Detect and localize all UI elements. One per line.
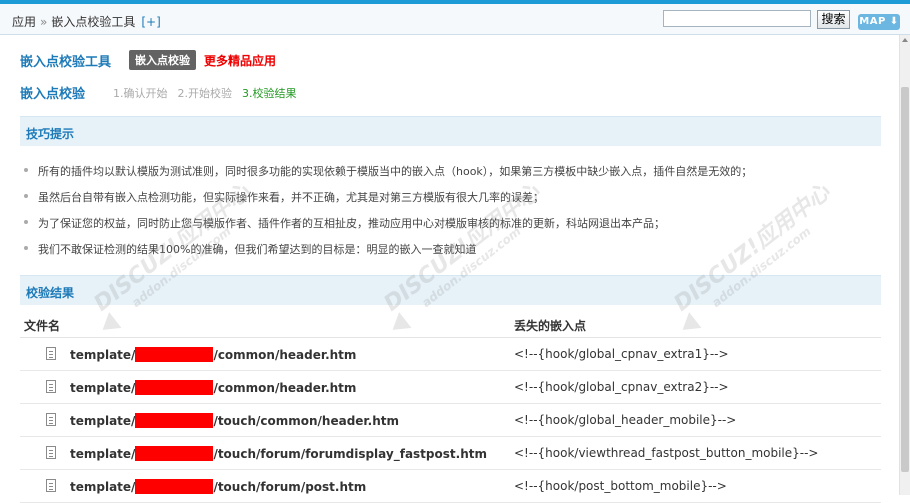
tips-heading: 技巧提示 bbox=[26, 127, 75, 141]
search-button[interactable]: 搜索 bbox=[817, 10, 850, 29]
file-path: template//common/header.htm bbox=[70, 380, 357, 395]
file-icon bbox=[46, 479, 56, 492]
step-indicator: 嵌入点校验 1.确认开始 2.开始校验 3.校验结果 bbox=[20, 83, 297, 103]
missing-hook: <!--{hook/global_cpnav_extra1}--> bbox=[514, 347, 729, 361]
step-result: 3.校验结果 bbox=[242, 86, 297, 100]
table-row: template//touch/forum/forumdisplay_fastp… bbox=[20, 437, 881, 470]
search-input[interactable] bbox=[663, 10, 811, 27]
file-path: template//touch/common/header.htm bbox=[70, 413, 399, 428]
plugin-title: 嵌入点校验工具 bbox=[20, 54, 112, 70]
file-path: template//touch/forum/forumdisplay_fastp… bbox=[70, 446, 487, 461]
tab-hook-check[interactable]: 嵌入点校验 bbox=[129, 50, 197, 70]
step-section-title: 嵌入点校验 bbox=[20, 87, 86, 102]
arrow-down-icon: ⬇ bbox=[885, 16, 899, 27]
missing-hook: <!--{hook/global_cpnav_extra2}--> bbox=[514, 380, 729, 394]
redaction-box bbox=[135, 446, 214, 461]
more-apps-link[interactable]: 更多精品应用 bbox=[204, 52, 276, 69]
map-label: MAP bbox=[859, 16, 886, 27]
plugin-header: 嵌入点校验工具 嵌入点校验 更多精品应用 bbox=[20, 50, 276, 70]
missing-hook: <!--{hook/post_bottom_mobile}--> bbox=[514, 479, 727, 493]
tip-text: 虽然后台自带有嵌入点检测功能，但实际操作来看，并不正确，尤其是对第三方模版有很大… bbox=[38, 191, 544, 204]
results-section-header: 校验结果 bbox=[20, 275, 881, 305]
results-heading: 校验结果 bbox=[26, 286, 75, 300]
missing-hook: <!--{hook/viewthread_fastpost_button_mob… bbox=[514, 446, 819, 460]
scrollbar-thumb[interactable] bbox=[901, 87, 909, 472]
redaction-box bbox=[135, 479, 214, 494]
table-row: template//touch/forum/post.htm <!--{hook… bbox=[20, 470, 881, 503]
map-button[interactable]: MAP ⬇ bbox=[858, 14, 900, 30]
file-icon bbox=[46, 413, 56, 426]
top-toolbar: 应用 » 嵌入点校验工具 [+] 搜索 MAP ⬇ bbox=[0, 4, 910, 35]
file-icon bbox=[46, 446, 56, 459]
missing-hook: <!--{hook/global_header_mobile}--> bbox=[514, 413, 737, 427]
tip-text: 我们不敢保证检测的结果100%的准确，但我们希望达到的目标是：明显的嵌入一查就知… bbox=[38, 243, 477, 256]
table-row: template//common/header.htm <!--{hook/gl… bbox=[20, 338, 881, 371]
redaction-box bbox=[135, 347, 214, 362]
step-confirm: 1.确认开始 bbox=[113, 86, 168, 100]
bullet-icon bbox=[24, 246, 28, 250]
bullet-icon bbox=[24, 194, 28, 198]
column-header-filename: 文件名 bbox=[24, 319, 61, 333]
tips-section-header: 技巧提示 bbox=[20, 116, 881, 146]
breadcrumb-item-apps[interactable]: 应用 bbox=[12, 15, 36, 29]
redaction-box bbox=[135, 413, 214, 428]
add-shortcut-button[interactable]: [+] bbox=[141, 15, 160, 29]
table-row: template//touch/common/header.htm <!--{h… bbox=[20, 404, 881, 437]
scroll-up-arrow-icon[interactable] bbox=[902, 38, 908, 42]
bullet-icon bbox=[24, 220, 28, 224]
vertical-scrollbar[interactable] bbox=[899, 35, 910, 495]
file-path: template//common/header.htm bbox=[70, 347, 357, 362]
file-icon bbox=[46, 380, 56, 393]
file-path: template//touch/forum/post.htm bbox=[70, 479, 367, 494]
column-header-missing-hook: 丢失的嵌入点 bbox=[514, 319, 587, 333]
redaction-box bbox=[135, 380, 214, 395]
tip-text: 所有的插件均以默认模版为测试准则，同时很多功能的实现依赖于模版当中的嵌入点（ho… bbox=[38, 165, 753, 178]
breadcrumb-item-current: 嵌入点校验工具 bbox=[51, 15, 136, 29]
tip-text: 为了保证您的权益，同时防止您与模版作者、插件作者的互相扯皮，推动应用中心对模版审… bbox=[38, 217, 665, 230]
breadcrumb: 应用 » 嵌入点校验工具 [+] bbox=[12, 13, 161, 30]
results-table-header: 文件名 丢失的嵌入点 bbox=[20, 310, 881, 338]
breadcrumb-separator: » bbox=[40, 15, 48, 29]
bullet-icon bbox=[24, 168, 28, 172]
table-row: template//common/header.htm <!--{hook/gl… bbox=[20, 371, 881, 404]
step-checking: 2.开始校验 bbox=[177, 86, 233, 100]
file-icon bbox=[46, 347, 56, 360]
